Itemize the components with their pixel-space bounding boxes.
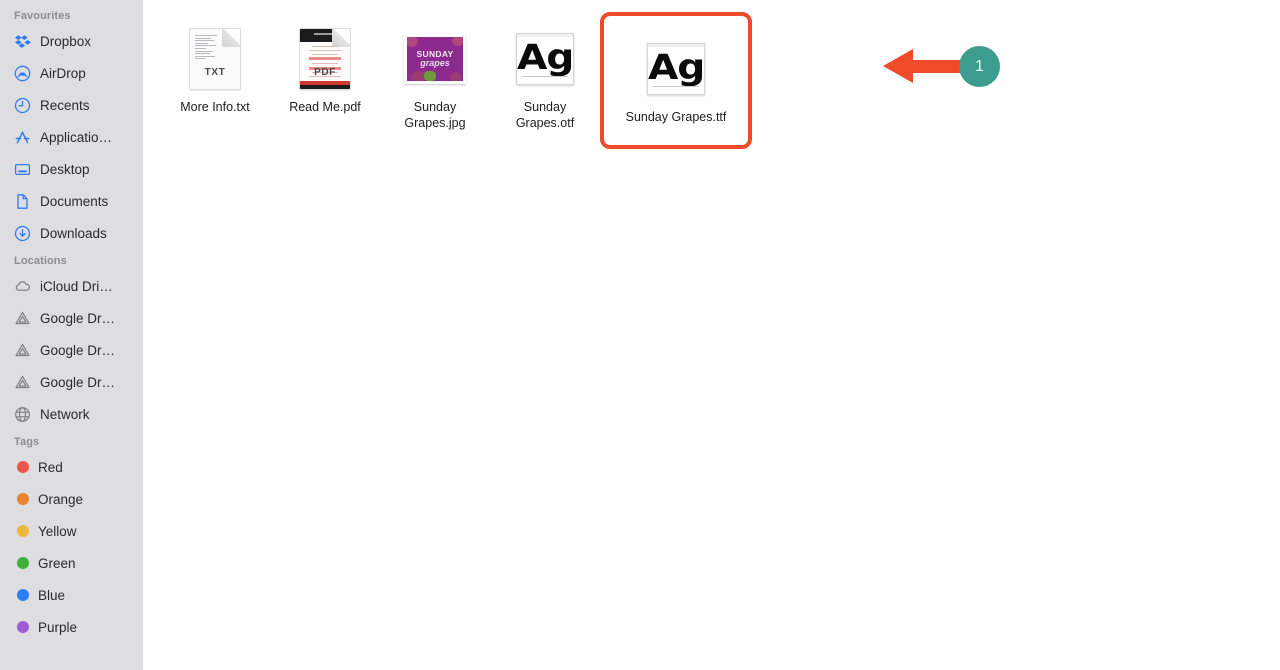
sidebar-section-tags-header: Tags bbox=[14, 436, 40, 448]
sidebar-item-documents[interactable]: Documents bbox=[0, 185, 143, 217]
sidebar-item-desktop[interactable]: Desktop bbox=[0, 153, 143, 185]
sidebar-item-tag-orange[interactable]: Orange bbox=[0, 483, 143, 515]
sidebar-item-google-drive-2[interactable]: Google Dr… bbox=[0, 334, 143, 366]
document-icon bbox=[14, 193, 31, 210]
desktop-icon bbox=[14, 161, 31, 178]
step-number-badge: 1 bbox=[959, 46, 1000, 87]
file-browser-pane[interactable]: TXT More Info.txt PDF Read Me.pdf SUNDAY… bbox=[143, 0, 1280, 670]
file-kind-label: PDF bbox=[314, 67, 336, 78]
sidebar-item-tag-purple[interactable]: Purple bbox=[0, 611, 143, 643]
tag-dot-icon bbox=[17, 589, 29, 601]
sidebar-item-tag-yellow[interactable]: Yellow bbox=[0, 515, 143, 547]
file-item-sunday-grapes-otf[interactable]: Ag Sunday Grapes.otf bbox=[490, 12, 600, 145]
thumbnail-title-line2: grapes bbox=[420, 58, 450, 68]
file-item-sunday-grapes-jpg[interactable]: SUNDAY grapes Sunday Grapes.jpg bbox=[380, 12, 490, 145]
sidebar-item-tag-green[interactable]: Green bbox=[0, 547, 143, 579]
sidebar-item-recents[interactable]: Recents bbox=[0, 89, 143, 121]
google-drive-icon bbox=[14, 342, 31, 359]
tag-dot-icon bbox=[17, 621, 29, 633]
sidebar-item-label: Red bbox=[38, 459, 63, 475]
file-kind-label: TXT bbox=[204, 67, 226, 78]
sidebar-item-google-drive-3[interactable]: Google Dr… bbox=[0, 366, 143, 398]
sidebar-item-tag-blue[interactable]: Blue bbox=[0, 579, 143, 611]
sidebar-section-locations-header: Locations bbox=[14, 255, 67, 267]
file-name-label: More Info.txt bbox=[180, 100, 250, 114]
tag-dot-icon bbox=[17, 557, 29, 569]
clock-icon bbox=[14, 97, 31, 114]
google-drive-icon bbox=[14, 374, 31, 391]
file-item-read-me-pdf[interactable]: PDF Read Me.pdf bbox=[270, 12, 380, 129]
sidebar-item-label: Yellow bbox=[38, 523, 77, 539]
annotation-callout: 1 bbox=[883, 46, 1000, 88]
sidebar-item-label: Google Dr… bbox=[40, 342, 116, 358]
sidebar-item-label: Documents bbox=[40, 193, 109, 209]
sidebar-item-label: Google Dr… bbox=[40, 374, 116, 390]
airdrop-icon bbox=[14, 65, 31, 82]
tag-dot-icon bbox=[17, 525, 29, 537]
file-name-label: Sunday Grapes.ttf bbox=[625, 110, 727, 124]
sidebar-item-label: Green bbox=[38, 555, 76, 571]
sidebar-item-tag-red[interactable]: Red bbox=[0, 451, 143, 483]
arrow-shaft bbox=[911, 60, 973, 73]
image-thumbnail-icon: SUNDAY grapes bbox=[404, 28, 466, 90]
sidebar-item-label: iCloud Dri… bbox=[40, 278, 113, 294]
sidebar-item-label: Blue bbox=[38, 587, 66, 603]
sidebar-item-label: Downloads bbox=[40, 225, 107, 241]
font-sample-text: Ag bbox=[516, 38, 574, 78]
sidebar-item-downloads[interactable]: Downloads bbox=[0, 217, 143, 249]
sidebar-item-dropbox[interactable]: Dropbox bbox=[0, 25, 143, 57]
txt-file-icon: TXT bbox=[184, 28, 246, 90]
file-item-sunday-grapes-ttf[interactable]: Ag Sunday Grapes.ttf bbox=[600, 12, 752, 149]
dropbox-icon bbox=[14, 33, 31, 50]
sidebar-item-label: Recents bbox=[40, 97, 90, 113]
sidebar-item-label: Google Dr… bbox=[40, 310, 116, 326]
tag-dot-icon bbox=[17, 461, 29, 473]
tag-dot-icon bbox=[17, 493, 29, 505]
sidebar: Favourites Dropbox AirDrop Recents Appli… bbox=[0, 0, 143, 670]
sidebar-item-label: Desktop bbox=[40, 161, 90, 177]
applications-icon bbox=[14, 129, 31, 146]
sidebar-item-label: AirDrop bbox=[40, 65, 86, 81]
arrow-left-icon bbox=[883, 49, 913, 83]
sidebar-item-icloud-drive[interactable]: iCloud Dri… bbox=[0, 270, 143, 302]
file-name-label: Sunday Grapes.otf bbox=[515, 100, 575, 130]
sidebar-item-label: Applicatio… bbox=[40, 129, 113, 145]
font-file-icon: Ag bbox=[514, 28, 576, 90]
finder-window: Favourites Dropbox AirDrop Recents Appli… bbox=[0, 0, 1280, 670]
icloud-icon bbox=[14, 278, 31, 295]
pdf-file-icon: PDF bbox=[294, 28, 356, 90]
downloads-icon bbox=[14, 225, 31, 242]
file-item-more-info-txt[interactable]: TXT More Info.txt bbox=[160, 12, 270, 129]
font-sample-text: Ag bbox=[647, 48, 705, 88]
google-drive-icon bbox=[14, 310, 31, 327]
font-file-icon: Ag bbox=[645, 38, 707, 100]
sidebar-item-label: Purple bbox=[38, 619, 78, 635]
sidebar-item-google-drive-1[interactable]: Google Dr… bbox=[0, 302, 143, 334]
sidebar-item-network[interactable]: Network bbox=[0, 398, 143, 430]
sidebar-item-label: Network bbox=[40, 406, 90, 422]
sidebar-item-airdrop[interactable]: AirDrop bbox=[0, 57, 143, 89]
network-globe-icon bbox=[14, 406, 31, 423]
sidebar-item-label: Dropbox bbox=[40, 33, 92, 49]
file-grid: TXT More Info.txt PDF Read Me.pdf SUNDAY… bbox=[160, 12, 752, 149]
sidebar-section-favourites-header: Favourites bbox=[14, 10, 71, 22]
sidebar-item-applications[interactable]: Applicatio… bbox=[0, 121, 143, 153]
file-name-label: Sunday Grapes.jpg bbox=[404, 100, 466, 130]
file-name-label: Read Me.pdf bbox=[289, 100, 361, 114]
sidebar-item-label: Orange bbox=[38, 491, 84, 507]
